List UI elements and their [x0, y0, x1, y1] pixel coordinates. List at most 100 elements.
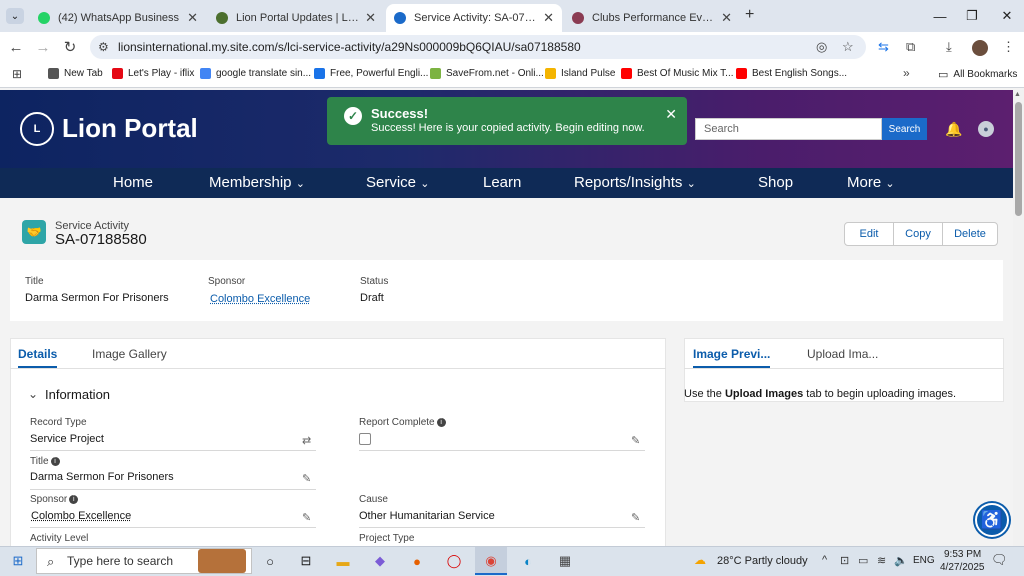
accessibility-icon[interactable]: ♿	[975, 503, 1009, 537]
firefox-icon[interactable]: ●	[407, 552, 427, 570]
close-tab-icon[interactable]: ✕	[365, 10, 376, 26]
change-record-type-icon[interactable]: ⇄	[302, 434, 311, 447]
browser-tab-service-activity[interactable]: Service Activity: SA-07188580 ✕	[386, 4, 562, 32]
field-divider	[30, 450, 316, 451]
back-icon[interactable]: ←	[5, 36, 27, 58]
tab-search-icon[interactable]: ⌄	[6, 8, 24, 24]
opera-icon[interactable]: ◯	[444, 552, 464, 570]
info-icon[interactable]: i	[436, 418, 446, 427]
edit-pencil-icon[interactable]: ✎	[302, 511, 311, 524]
download-icon[interactable]: ⤓	[946, 39, 952, 55]
minimize-button[interactable]: —	[925, 6, 955, 26]
sponsor-field-link[interactable]: Colombo Excellence	[31, 510, 131, 522]
project-type-field-label: Project Type	[359, 533, 415, 544]
address-bar[interactable]: ⚙ lionsinternational.my.site.com/s/lci-s…	[90, 35, 866, 59]
close-tab-icon[interactable]: ✕	[543, 10, 554, 26]
file-explorer-icon[interactable]: ▬	[333, 552, 353, 570]
bookmark-iflix[interactable]: Let's Play - iflix	[112, 68, 194, 79]
edit-pencil-icon[interactable]: ✎	[631, 511, 640, 524]
bookmark-english-songs[interactable]: Best English Songs...	[736, 68, 847, 79]
nav-membership[interactable]: Membership ⌄	[209, 174, 305, 191]
chevron-down-icon: ⌄	[686, 178, 696, 190]
info-icon[interactable]: i	[50, 457, 60, 466]
notifications-icon[interactable]: 🗨	[991, 552, 1008, 568]
clock-date[interactable]: 4/27/2025	[940, 562, 985, 573]
weather-text[interactable]: 28°C Partly cloudy	[717, 555, 808, 567]
copy-button[interactable]: Copy	[894, 223, 943, 245]
bookmark-google-translate[interactable]: google translate sin...	[200, 68, 311, 79]
reload-icon[interactable]: ↻	[59, 36, 81, 58]
close-tab-icon[interactable]: ✕	[721, 10, 732, 26]
copilot-icon[interactable]: ◆	[370, 552, 390, 570]
tab-image-gallery[interactable]: Image Gallery	[92, 347, 167, 361]
browser-tab-lion-updates[interactable]: Lion Portal Updates | Lions Club ✕	[208, 4, 384, 32]
nav-learn[interactable]: Learn	[483, 174, 521, 191]
browser-tab-clubs-performance[interactable]: Clubs Performance Evaluation S ✕	[564, 4, 740, 32]
nav-reports-insights[interactable]: Reports/Insights ⌄	[574, 174, 696, 191]
tab-upload-images[interactable]: Upload Ima...	[807, 347, 878, 361]
nav-label: Learn	[483, 174, 522, 191]
report-complete-checkbox[interactable]	[359, 433, 371, 445]
nav-label: Reports/Insights	[574, 174, 683, 191]
nav-more[interactable]: More ⌄	[847, 174, 895, 191]
store-icon[interactable]: ▦	[555, 552, 575, 570]
search-input[interactable]	[695, 118, 882, 140]
bookmark-english[interactable]: Free, Powerful Engli...	[314, 68, 428, 79]
tab-image-preview[interactable]: Image Previ...	[693, 347, 771, 368]
language-indicator[interactable]: ENG	[913, 555, 935, 566]
edit-pencil-icon[interactable]: ✎	[631, 434, 640, 447]
bookmark-star-icon[interactable]: ☆	[842, 39, 854, 55]
nav-home[interactable]: Home	[113, 174, 153, 191]
translate-icon[interactable]: ⇆	[878, 39, 889, 55]
volume-icon[interactable]: 🔈	[894, 554, 908, 567]
menu-icon[interactable]: ⋮	[1002, 39, 1015, 55]
highlight-sponsor-link[interactable]: Colombo Excellence	[210, 293, 310, 305]
eye-off-icon[interactable]: ◎	[816, 39, 827, 55]
restore-button[interactable]: ❐	[957, 6, 987, 26]
forward-icon[interactable]: →	[32, 36, 54, 58]
edge-icon[interactable]: ◐	[518, 552, 538, 570]
more-bookmarks-icon[interactable]: »	[903, 66, 910, 80]
delete-button[interactable]: Delete	[943, 223, 997, 245]
edit-pencil-icon[interactable]: ✎	[302, 472, 311, 485]
bookmark-label: Island Pulse	[561, 68, 616, 79]
bookmark-music-mix[interactable]: Best Of Music Mix T...	[621, 68, 734, 79]
info-icon[interactable]: i	[69, 495, 79, 504]
clock-time[interactable]: 9:53 PM	[944, 549, 981, 560]
all-bookmarks[interactable]: ▭ All Bookmarks	[938, 68, 1017, 81]
bookmark-savefrom[interactable]: SaveFrom.net - Onli...	[430, 68, 544, 79]
chrome-icon[interactable]: ◉	[481, 552, 501, 570]
tab-details[interactable]: Details	[18, 347, 58, 368]
windows-start-icon[interactable]: ⊞	[8, 552, 28, 570]
portal-brand[interactable]: Lion Portal	[62, 113, 198, 144]
battery-icon[interactable]: ▭	[858, 554, 868, 567]
lions-logo-icon[interactable]: L	[20, 112, 54, 146]
wifi-icon[interactable]: ≋	[877, 554, 886, 567]
edit-button[interactable]: Edit	[845, 223, 894, 245]
nav-service[interactable]: Service ⌄	[366, 174, 429, 191]
close-tab-icon[interactable]: ✕	[187, 10, 198, 26]
browser-tab-whatsapp[interactable]: (42) WhatsApp Business ✕	[30, 4, 206, 32]
scroll-up-icon[interactable]: ▲	[1014, 91, 1021, 98]
apps-icon[interactable]: ⊞	[12, 67, 22, 81]
site-settings-icon[interactable]: ⚙	[98, 40, 109, 54]
scrollbar-thumb[interactable]	[1015, 102, 1022, 216]
notification-bell-icon[interactable]: 🔔	[945, 121, 962, 138]
tray-chevron-icon[interactable]: ^	[822, 554, 827, 566]
network-icon[interactable]: ⊡	[840, 554, 849, 567]
bookmark-new-tab[interactable]: New Tab	[48, 68, 103, 79]
profile-avatar[interactable]	[972, 40, 988, 56]
chevron-down-icon[interactable]: ⌄	[28, 387, 38, 401]
task-view-icon[interactable]: ○	[260, 552, 280, 570]
widgets-icon[interactable]: ⊟	[296, 552, 316, 570]
extensions-icon[interactable]: ⧉	[906, 39, 915, 55]
nav-shop[interactable]: Shop	[758, 174, 793, 191]
new-tab-button[interactable]: +	[745, 6, 754, 24]
close-icon[interactable]: ✕	[665, 106, 677, 123]
user-avatar-icon[interactable]: ●	[978, 121, 994, 137]
search-button[interactable]: Search	[882, 118, 927, 140]
close-window-button[interactable]: ✕	[992, 6, 1022, 26]
section-information[interactable]: Information	[45, 387, 110, 402]
chevron-down-icon: ⌄	[885, 178, 895, 190]
bookmark-island-pulse[interactable]: Island Pulse	[545, 68, 615, 79]
